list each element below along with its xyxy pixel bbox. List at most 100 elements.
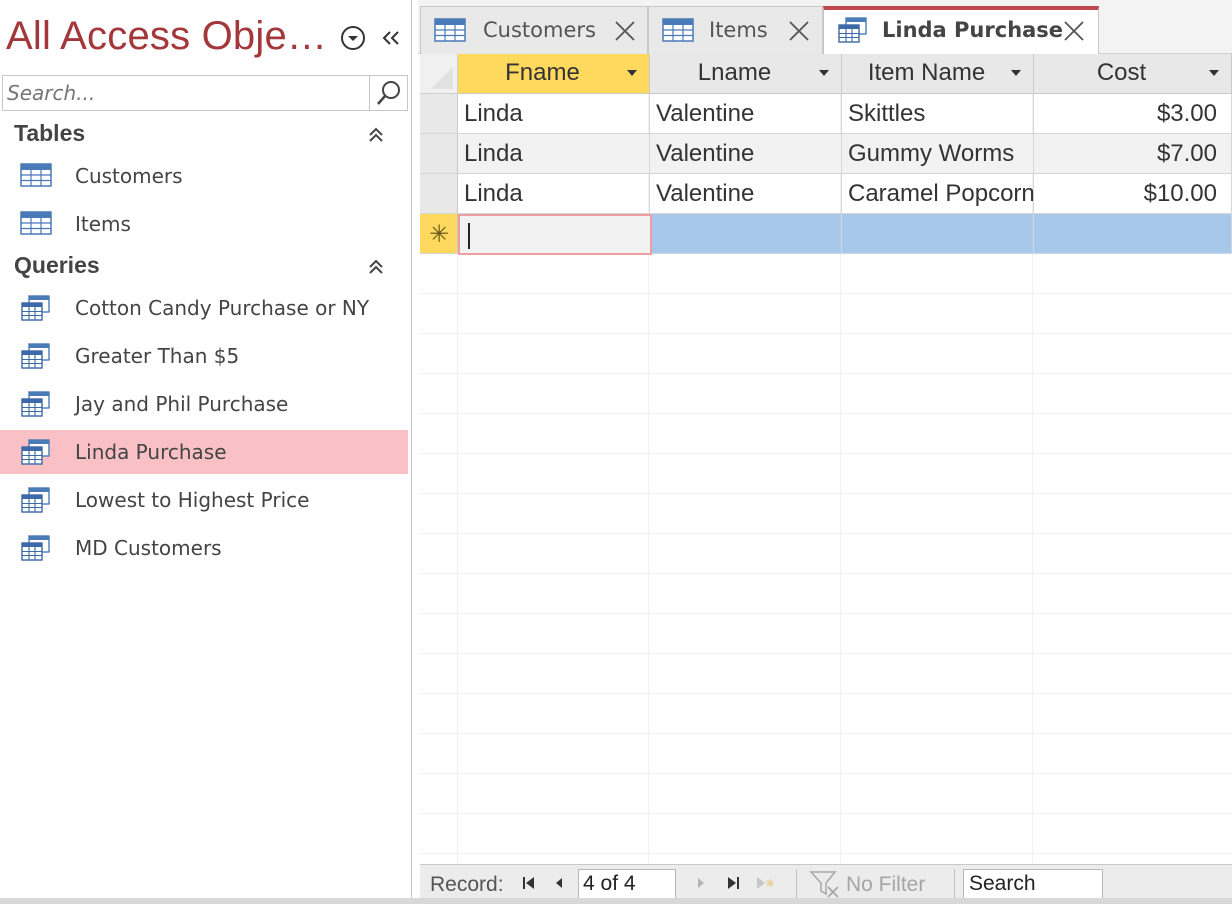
nav-item-items[interactable]: Items (0, 202, 408, 246)
gridline (420, 533, 1232, 534)
navigation-pane-title[interactable]: All Access Obje… (6, 14, 327, 59)
new-record-selector[interactable]: ✳ (420, 214, 458, 254)
collapse-chevron-up-icon[interactable] (364, 255, 388, 279)
cell-cost[interactable]: $10.00 (1034, 174, 1232, 214)
current-record-input[interactable] (578, 869, 676, 899)
double-chevron-left-icon (382, 31, 399, 45)
document-area: Customers Items Linda Purchase Fname Lna… (418, 0, 1232, 904)
column-header-label: Fname (505, 59, 580, 86)
new-record-item-name-cell[interactable] (842, 214, 1034, 254)
search-icon (376, 81, 400, 105)
new-record-button[interactable] (754, 871, 776, 895)
nav-item-md-customers[interactable]: MD Customers (0, 526, 408, 570)
nav-search-button[interactable] (370, 75, 408, 111)
separator (796, 869, 797, 899)
first-record-button[interactable] (518, 871, 540, 895)
query-icon (838, 17, 867, 43)
dropdown-arrow-icon[interactable] (627, 70, 637, 76)
tab-items[interactable]: Items (648, 6, 823, 54)
new-record-lname-cell[interactable] (652, 214, 842, 254)
tab-customers[interactable]: Customers (420, 6, 648, 54)
cell-item-name[interactable]: Skittles (842, 94, 1034, 134)
query-icon (21, 535, 50, 561)
select-all-corner[interactable] (420, 54, 458, 94)
first-record-icon (523, 877, 534, 889)
new-record-fname-input[interactable] (458, 214, 652, 255)
nav-item-lowest-to-highest-price[interactable]: Lowest to Highest Price (0, 478, 408, 522)
cell-fname[interactable]: Linda (458, 134, 650, 174)
tab-label: Customers (483, 18, 596, 42)
cell-cost[interactable]: $7.00 (1034, 134, 1232, 174)
gridline (420, 733, 1232, 734)
last-record-icon (728, 877, 739, 889)
cell-fname[interactable]: Linda (458, 174, 650, 214)
cell-lname[interactable]: Valentine (650, 134, 842, 174)
cell-lname[interactable]: Valentine (650, 94, 842, 134)
datasheet-grid: Fname Lname Item Name Cost Linda Valenti… (420, 54, 1232, 866)
gridline (420, 813, 1232, 814)
nav-item-cotton-candy-purchase-or-ny[interactable]: Cotton Candy Purchase or NY (0, 286, 408, 330)
gridline (420, 413, 1232, 414)
window-bottom-edge (0, 898, 1232, 904)
access-window: All Access Obje… Tables (0, 0, 1232, 904)
cell-item-name[interactable]: Caramel Popcorn (842, 174, 1034, 214)
nav-search-input[interactable] (2, 75, 370, 111)
gridline (420, 613, 1232, 614)
next-record-icon (698, 878, 704, 888)
gridline (420, 333, 1232, 334)
last-record-button[interactable] (722, 871, 744, 895)
close-icon[interactable] (613, 19, 637, 43)
column-header-fname[interactable]: Fname (458, 54, 650, 94)
dropdown-arrow-icon[interactable] (1209, 70, 1219, 76)
record-search-input[interactable] (963, 869, 1103, 899)
gridline (420, 293, 1232, 294)
next-record-button[interactable] (690, 871, 712, 895)
tab-linda-purchase[interactable]: Linda Purchase (823, 6, 1099, 55)
nav-menu-button[interactable] (339, 24, 367, 52)
query-icon (21, 391, 50, 417)
group-header-queries[interactable]: Queries (0, 248, 408, 284)
gridline (420, 373, 1232, 374)
gridline (420, 453, 1232, 454)
row-selector[interactable] (420, 134, 458, 174)
nav-item-greater-than-5[interactable]: Greater Than $5 (0, 334, 408, 378)
column-header-label: Cost (1096, 59, 1147, 86)
group-label-tables: Tables (14, 120, 86, 146)
record-label: Record: (430, 873, 504, 896)
column-header-item-name[interactable]: Item Name (842, 54, 1034, 94)
column-header-lname[interactable]: Lname (650, 54, 842, 94)
column-header-cost[interactable]: Cost (1034, 54, 1232, 94)
close-icon[interactable] (787, 19, 811, 43)
nav-item-linda-purchase[interactable]: Linda Purchase (0, 430, 408, 474)
dropdown-arrow-icon[interactable] (1011, 70, 1021, 76)
query-icon (21, 343, 50, 369)
gridline (420, 573, 1232, 574)
close-icon[interactable] (1062, 19, 1086, 43)
cell-fname[interactable]: Linda (458, 94, 650, 134)
previous-record-button[interactable] (548, 871, 570, 895)
no-filter-icon (809, 871, 839, 898)
text-caret (468, 223, 470, 249)
tab-label: Linda Purchase (882, 18, 1064, 42)
tab-label: Items (709, 18, 768, 42)
row-selector[interactable] (420, 94, 458, 134)
no-filter-label[interactable]: No Filter (846, 873, 925, 897)
cell-item-name[interactable]: Gummy Worms (842, 134, 1034, 174)
previous-record-icon (556, 878, 562, 888)
nav-item-label: Items (75, 212, 131, 236)
new-record-cost-cell[interactable] (1034, 214, 1232, 254)
column-header-label: Lname (697, 59, 772, 86)
shutter-bar-button[interactable] (376, 24, 406, 52)
dropdown-arrow-icon[interactable] (819, 70, 829, 76)
collapse-chevron-up-icon[interactable] (364, 123, 388, 147)
separator (954, 869, 955, 899)
group-header-tables[interactable]: Tables (0, 116, 408, 152)
table-icon (20, 163, 52, 187)
nav-item-label: Lowest to Highest Price (75, 488, 310, 512)
gridline (420, 653, 1232, 654)
row-selector[interactable] (420, 174, 458, 214)
cell-cost[interactable]: $3.00 (1034, 94, 1232, 134)
nav-item-customers[interactable]: Customers (0, 154, 408, 198)
nav-item-jay-and-phil-purchase[interactable]: Jay and Phil Purchase (0, 382, 408, 426)
cell-lname[interactable]: Valentine (650, 174, 842, 214)
